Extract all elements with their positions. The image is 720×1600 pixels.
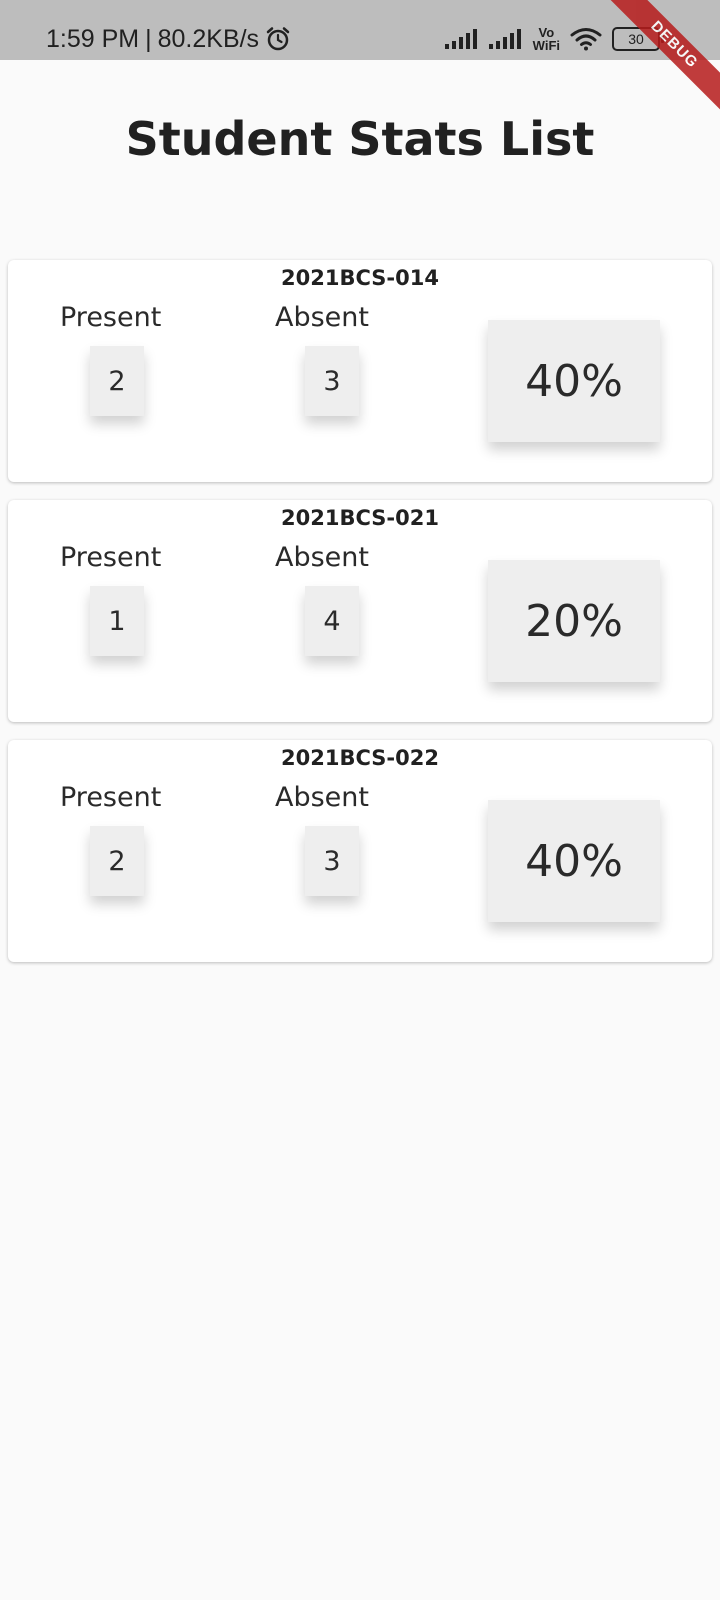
attendance-percentage: 40% (488, 320, 660, 442)
absent-label: Absent (275, 782, 369, 813)
status-time: 1:59 PM (46, 25, 140, 53)
present-label: Present (60, 302, 162, 333)
student-id: 2021BCS-021 (281, 506, 439, 530)
alarm-icon (266, 27, 290, 51)
student-id: 2021BCS-014 (281, 266, 439, 290)
debug-ribbon-label: DEBUG (601, 0, 720, 118)
vowifi-indicator: Vo WiFi (533, 26, 560, 52)
signal-icon (488, 29, 521, 49)
present-label: Present (60, 782, 162, 813)
absent-label: Absent (275, 542, 369, 573)
status-left: 1:59 PM | 80.2KB/s (46, 24, 291, 54)
student-card: 2021BCS-021 Present Absent 1 4 20% (8, 500, 712, 722)
student-id: 2021BCS-022 (281, 746, 439, 770)
present-label: Present (60, 542, 162, 573)
debug-banner: DEBUG (590, 0, 720, 130)
present-count: 2 (90, 826, 144, 896)
signal-icon (444, 29, 477, 49)
attendance-percentage: 20% (488, 560, 660, 682)
absent-count: 3 (305, 346, 359, 416)
present-count: 2 (90, 346, 144, 416)
attendance-percentage: 40% (488, 800, 660, 922)
student-card: 2021BCS-022 Present Absent 2 3 40% (8, 740, 712, 962)
absent-label: Absent (275, 302, 369, 333)
status-network-speed: 80.2KB/s (157, 25, 260, 53)
student-card: 2021BCS-014 Present Absent 2 3 40% (8, 260, 712, 482)
page-title: Student Stats List (125, 112, 595, 166)
absent-count: 4 (305, 586, 359, 656)
vowifi-bottom: WiFi (532, 38, 560, 53)
present-count: 1 (90, 586, 144, 656)
status-separator: | (145, 25, 152, 53)
absent-count: 3 (305, 826, 359, 896)
